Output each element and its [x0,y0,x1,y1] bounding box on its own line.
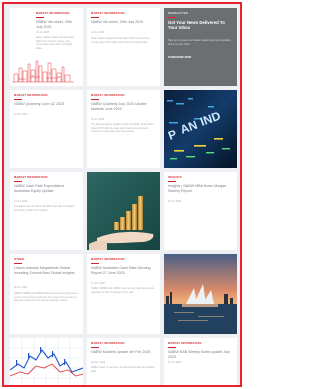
accent-bar [14,181,22,182]
card-date: 10 Jul, 2025 [168,200,182,203]
card-title[interactable]: Unlock Industry Megatrends Global Invest… [14,266,79,276]
article-card[interactable]: MARKET INFORMATION NABW Quarterly June Q… [10,90,83,168]
accent-bar [36,17,44,18]
card-excerpt: Our latest view on where the RBA cash ra… [14,205,74,212]
card-date: 22 Jul, 2025 [14,113,28,116]
card-title[interactable]: NABW Markets Update 4th Feb 2025 [91,350,156,355]
article-card[interactable] [10,338,83,385]
card-date: 27 Jun, 2025 [91,282,105,285]
card-date: 01 Jul, 2025 [168,361,182,364]
card-excerpt: NABW, NABW and NABW notes on the cash ra… [91,287,154,294]
card-excerpt: Daily market update with the latest ASX … [36,36,75,50]
newsletter-title: Get Your News Delivered To Your Inbox [168,20,225,31]
card-date: 15 Jul, 2025 [91,118,105,121]
card-title[interactable]: NABW NAB Weekly Notes update July 2025 [168,350,233,360]
card-category: OTHER [14,258,25,261]
card-title[interactable]: NABW 4th street, 25th July 2025 [36,20,79,30]
hand-coins-image [87,172,160,250]
subscribe-link[interactable]: SUBSCRIBE NOW [168,56,191,59]
card-title[interactable]: NABW Quarterly July 2025 Update Markets … [91,102,156,112]
accent-bar [168,17,176,18]
card-excerpt: Daily market update with the latest ASX … [91,37,150,44]
card-excerpt: The latest quarterly update on the Austr… [91,123,154,134]
card-date: 14 Jul, 2025 [14,200,28,203]
card-category: MARKET INFORMATION [91,258,125,261]
card-category: MARKET INFORMATION [91,342,125,345]
card-title[interactable]: NABW Cash Rate Expectations Australian E… [14,184,79,194]
card-title[interactable]: NABW 4th street, 25th July 2025 [91,20,156,25]
article-card[interactable]: MARKET INFORMATION NABW Cash Rate Expect… [10,172,83,250]
card-category: MARKET INFORMATION [14,94,48,97]
card-excerpt: NABW, NABW and NABW have teamed up to br… [14,292,78,303]
article-card[interactable]: MARKET INFORMATION NABW Quarterly July 2… [87,90,160,168]
article-card[interactable]: MARKET INFORMATION NABW Markets Update 4… [87,338,160,385]
article-grid: MARKET INFORMATION NABW 4th street, 25th… [2,2,242,387]
accent-bar [168,347,176,348]
card-excerpt: NABW notes, a summary of economic activi… [91,366,155,373]
accent-bar [91,347,99,348]
card-category: MARKET INFORMATION [91,12,125,15]
newsletter-description: Sign up to receive our latest market new… [168,39,231,46]
card-title[interactable]: Insights | NABW MBA Notes Morgan Stanley… [168,184,233,194]
card-category: MARKET INFORMATION [168,342,202,345]
sydney-opera-house-image [164,254,237,334]
card-category: MARKET INFORMATION [14,176,48,179]
article-card[interactable] [164,254,237,334]
article-card[interactable]: MARKET INFORMATION NABW Australian Cash … [87,254,160,334]
accent-bar [91,17,99,18]
accent-bar [91,263,99,264]
article-card[interactable]: MARKET INFORMATION NABW NAB Weekly Notes… [164,338,237,385]
stock-chart-image [10,338,83,385]
card-title[interactable]: NABW Australian Cash Rate Morning Report… [91,266,156,276]
newsletter-card[interactable]: NEWSLETTER Get Your News Delivered To Yo… [164,8,237,86]
article-card[interactable]: MARKET INFORMATION NABW 4th street, 25th… [87,8,160,86]
card-date: 04 Feb, 2025 [91,361,106,364]
accent-bar [14,99,22,100]
stock-ticker-image: P AN IND [164,90,237,168]
card-title[interactable]: NABW Quarterly June Q2 2025 [14,102,79,107]
card-date: 08 Jul, 2025 [14,286,28,289]
card-date: 23 Jul, 2025 [91,31,105,34]
card-category: MARKET INFORMATION [36,12,70,15]
accent-bar [14,263,22,264]
article-card[interactable]: MARKET INFORMATION NABW 4th street, 25th… [10,8,83,86]
card-date: 23 Jul, 2025 [36,31,50,34]
article-card[interactable] [87,172,160,250]
city-skyline-image [10,52,83,86]
article-card[interactable]: P AN IND [164,90,237,168]
card-category: NEWSLETTER [168,12,188,15]
card-category: INSIGHTS [168,176,182,179]
accent-bar [91,99,99,100]
article-card[interactable]: OTHER Unlock Industry Megatrends Global … [10,254,83,334]
accent-bar [168,181,176,182]
card-category: MARKET INFORMATION [91,94,125,97]
article-card[interactable]: INSIGHTS Insights | NABW MBA Notes Morga… [164,172,237,250]
